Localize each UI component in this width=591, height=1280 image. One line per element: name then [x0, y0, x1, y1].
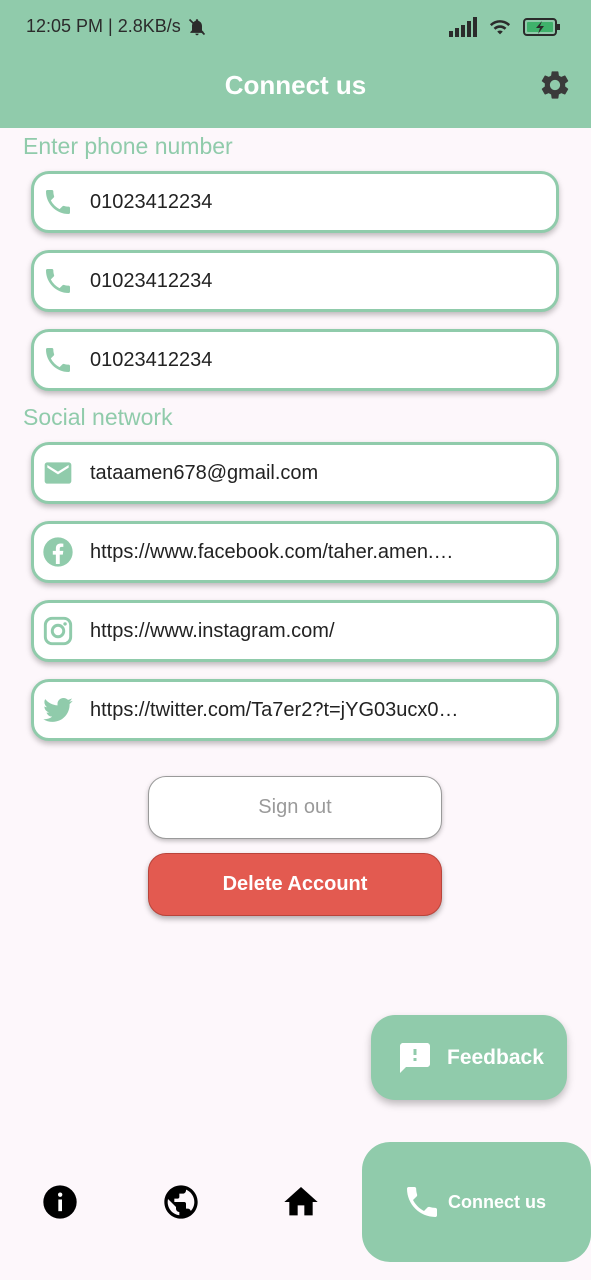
- phone-value: 01023412234: [90, 190, 213, 213]
- twitter-field[interactable]: https://twitter.com/Ta7er2?t=jYG03ucx0…: [31, 679, 559, 741]
- phone-value: 01023412234: [90, 269, 213, 292]
- wifi-icon: [489, 20, 511, 35]
- feedback-button[interactable]: Feedback: [371, 1015, 567, 1100]
- info-icon[interactable]: [40, 1182, 80, 1222]
- instagram-value: https://www.instagram.com/: [90, 619, 335, 642]
- social-section-label: Social network: [23, 404, 173, 430]
- delete-account-button[interactable]: Delete Account: [148, 853, 442, 916]
- nav-item-label: Connect us: [448, 1191, 547, 1212]
- facebook-icon: [42, 536, 74, 568]
- facebook-field[interactable]: https://www.facebook.com/taher.amen.…: [31, 521, 559, 583]
- email-value: tataamen678@gmail.com: [90, 461, 319, 484]
- phone-value: 01023412234: [90, 348, 213, 371]
- phone-icon: [42, 265, 74, 297]
- home-icon[interactable]: [281, 1182, 321, 1222]
- page-title: Connect us: [224, 70, 367, 100]
- feedback-icon: [400, 1042, 430, 1073]
- phone-field-1[interactable]: 01023412234: [31, 171, 559, 233]
- bell-off-icon: [188, 18, 205, 35]
- email-icon: [42, 457, 74, 489]
- instagram-icon: [42, 615, 74, 647]
- phone-icon: [42, 186, 74, 218]
- status-bar-right: [449, 16, 561, 38]
- phone-icon: [42, 344, 74, 376]
- instagram-field[interactable]: https://www.instagram.com/: [31, 600, 559, 662]
- phone-icon: [407, 1187, 437, 1217]
- phone-section-label: Enter phone number: [23, 133, 233, 159]
- facebook-value: https://www.facebook.com/taher.amen.…: [90, 540, 454, 563]
- globe-icon[interactable]: [161, 1182, 201, 1222]
- twitter-value: https://twitter.com/Ta7er2?t=jYG03ucx0…: [90, 698, 459, 721]
- twitter-icon: [42, 694, 74, 726]
- app-bar: 12:05 PM | 2.8KB/s Connect us: [0, 0, 591, 128]
- email-field[interactable]: tataamen678@gmail.com: [31, 442, 559, 504]
- signal-icon: [449, 17, 477, 37]
- phone-field-2[interactable]: 01023412234: [31, 250, 559, 312]
- sign-out-button[interactable]: Sign out: [148, 776, 442, 839]
- battery-charging-icon: [523, 18, 560, 36]
- phone-field-3[interactable]: 01023412234: [31, 329, 559, 391]
- nav-item-connect-us[interactable]: Connect us: [362, 1142, 591, 1262]
- feedback-label: Feedback: [447, 1045, 544, 1069]
- status-bar-left: 12:05 PM | 2.8KB/s: [26, 16, 207, 37]
- settings-gear-icon[interactable]: [538, 68, 572, 102]
- status-time-speed: 12:05 PM | 2.8KB/s: [26, 16, 181, 36]
